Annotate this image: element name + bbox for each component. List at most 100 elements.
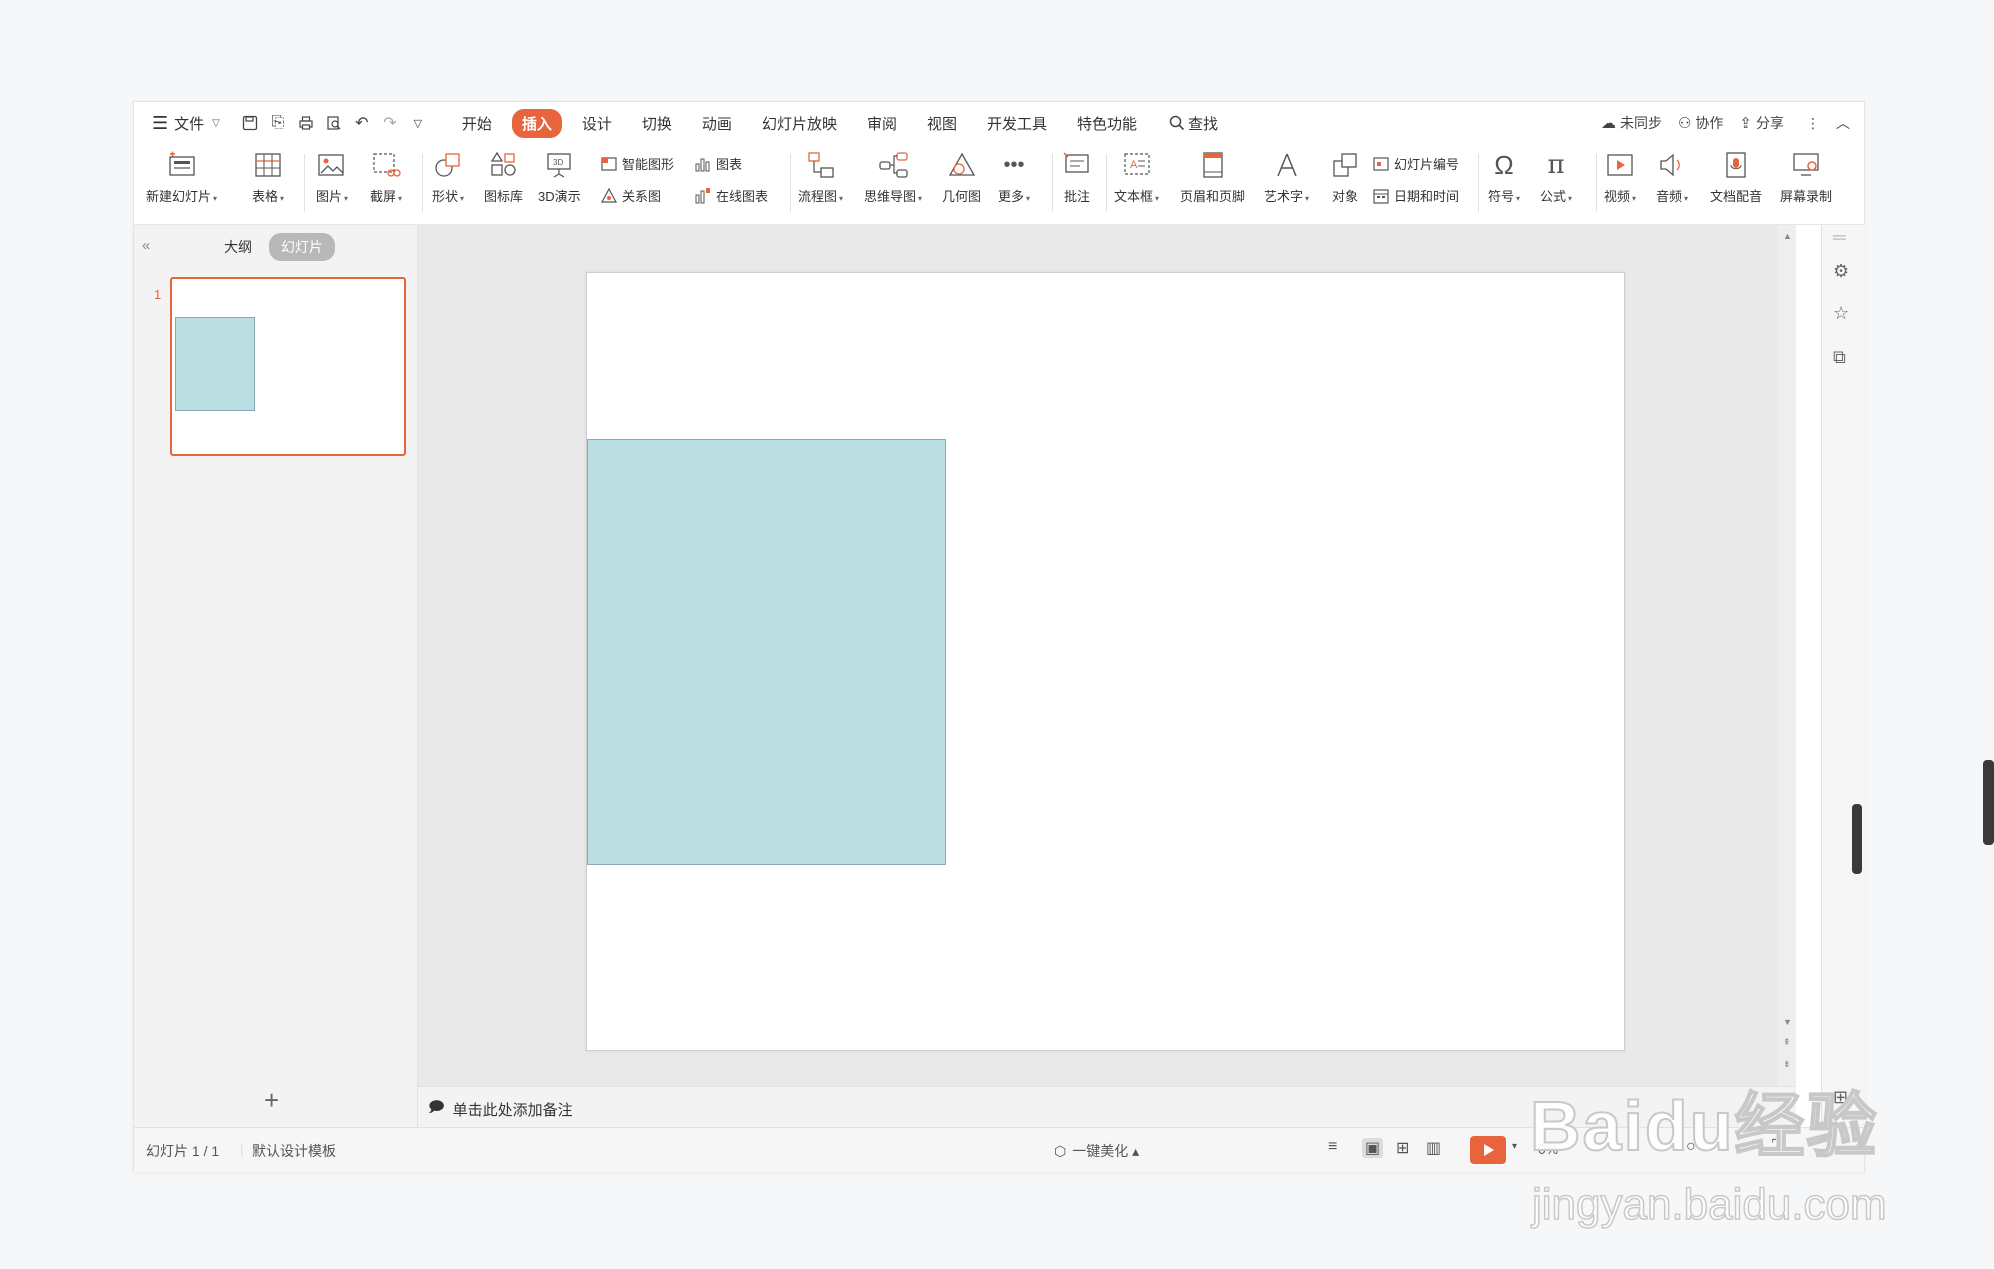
quick-access-toolbar: ⎘ ↶ ↷ ▽	[236, 109, 432, 137]
screenshot-button[interactable]: 截屏 ▾	[370, 150, 402, 205]
share-button[interactable]: ⇪ 分享	[1739, 113, 1784, 133]
icon-library-label: 图标库	[484, 189, 524, 204]
doc-dubbing-button[interactable]: 文档配音	[1710, 150, 1762, 205]
formula-button[interactable]: π 公式 ▾	[1540, 150, 1572, 205]
tab-features[interactable]: 特色功能	[1067, 109, 1147, 138]
more-button[interactable]: ••• 更多 ▾	[998, 150, 1030, 205]
header-footer-button[interactable]: 页眉和页脚	[1180, 150, 1245, 205]
slide-switch-icon[interactable]: ⧉	[1833, 347, 1846, 368]
sync-label: 未同步	[1619, 115, 1662, 131]
screen-record-button[interactable]: 屏幕录制	[1780, 150, 1832, 205]
add-slide-button[interactable]: +	[264, 1085, 279, 1116]
scroll-down-icon[interactable]: ▼	[1783, 1017, 1792, 1027]
flowchart-label: 流程图	[798, 189, 838, 204]
tab-view[interactable]: 视图	[917, 109, 967, 138]
video-button[interactable]: 视频 ▾	[1604, 150, 1636, 205]
file-menu-button[interactable]: ☰ 文件 ▽	[152, 113, 220, 134]
print-icon[interactable]	[292, 109, 320, 137]
collaborate-button[interactable]: ⚇ 协作	[1678, 113, 1723, 133]
play-options-icon[interactable]: ▾	[1512, 1141, 1517, 1152]
properties-icon[interactable]: ⚙	[1833, 261, 1849, 282]
screenshot-label: 截屏	[370, 189, 397, 204]
vertical-scrollbar[interactable]: ▲ ▼ ⇞ ⇟	[1778, 225, 1796, 1086]
template-name[interactable]: 默认设计模板	[252, 1141, 336, 1161]
redo-icon[interactable]: ↷	[376, 109, 404, 137]
new-slide-button[interactable]: 新建幻灯片 ▾	[146, 150, 217, 205]
save-icon[interactable]	[236, 109, 264, 137]
collapse-ribbon-icon[interactable]: ︿	[1836, 113, 1850, 133]
customize-toolbar-icon[interactable]: ▽	[404, 109, 432, 137]
search-button[interactable]: 查找	[1169, 113, 1218, 134]
textbox-button[interactable]: A 文本框 ▾	[1114, 150, 1159, 205]
smart-art-button[interactable]: 智能图形	[600, 154, 674, 173]
smart-art-label: 智能图形	[622, 157, 675, 172]
more-options-icon[interactable]: ⋮	[1806, 115, 1820, 132]
tab-insert[interactable]: 插入	[511, 108, 562, 138]
date-time-button[interactable]: 日期和时间	[1372, 186, 1459, 205]
normal-view-icon[interactable]: ▣	[1362, 1138, 1384, 1158]
geometry-button[interactable]: 几何图	[942, 150, 981, 205]
slide-thumbnail[interactable]	[170, 277, 406, 456]
play-slideshow-button[interactable]	[1470, 1136, 1506, 1164]
rectangle-shape[interactable]	[587, 439, 946, 865]
panel-edge-handle[interactable]	[1852, 804, 1862, 874]
tab-design[interactable]: 设计	[572, 109, 622, 138]
table-button[interactable]: 表格 ▾	[252, 150, 284, 205]
3d-demo-button[interactable]: 3D 3D演示	[538, 150, 581, 205]
object-label: 对象	[1331, 189, 1358, 204]
tab-developer[interactable]: 开发工具	[977, 109, 1057, 138]
share-icon: ⇪	[1739, 115, 1752, 132]
tab-animation[interactable]: 动画	[692, 109, 742, 138]
slide-canvas[interactable]	[586, 272, 1625, 1051]
picture-button[interactable]: 图片 ▾	[316, 150, 348, 205]
icon-library-button[interactable]: 图标库	[484, 150, 523, 205]
title-bar: ☰ 文件 ▽ ⎘ ↶ ↷ ▽ 开始 插入 设计 切换 动画 幻灯片放映 审阅 视…	[134, 102, 1864, 144]
flowchart-button[interactable]: 流程图 ▾	[798, 150, 843, 205]
chart-button[interactable]: 图表	[694, 154, 742, 173]
beautify-icon: ⬡	[1054, 1143, 1067, 1159]
slide-number-icon	[1372, 155, 1390, 173]
object-button[interactable]: 对象	[1330, 150, 1360, 205]
symbol-button[interactable]: Ω 符号 ▾	[1488, 150, 1520, 205]
video-label: 视频	[1604, 189, 1631, 204]
relation-button[interactable]: 关系图	[600, 186, 661, 205]
sync-button[interactable]: ☁ 未同步	[1601, 113, 1662, 133]
tab-outline[interactable]: 大纲	[224, 237, 252, 257]
tab-transitions[interactable]: 切换	[632, 109, 682, 138]
previous-slide-icon[interactable]: ⇞	[1783, 1037, 1791, 1048]
ribbon-tabs: 开始 插入 设计 切换 动画 幻灯片放映 审阅 视图 开发工具 特色功能	[452, 108, 1157, 138]
slide-number-label: 幻灯片编号	[1394, 157, 1460, 172]
comment-button[interactable]: 批注	[1062, 150, 1092, 205]
object-icon	[1330, 150, 1360, 180]
slide-thumbnail-panel: « 大纲 幻灯片 1 +	[134, 225, 418, 1127]
slide-number-button[interactable]: 幻灯片编号	[1372, 154, 1459, 173]
collapse-panel-icon[interactable]: «	[142, 237, 150, 254]
slide-sorter-icon[interactable]: ⊞	[1396, 1138, 1409, 1158]
shape-icon	[433, 150, 463, 180]
beautify-button[interactable]: ⬡ 一键美化 ▴	[1054, 1141, 1139, 1161]
format-painter-icon[interactable]: ⎘	[264, 109, 292, 137]
online-chart-button[interactable]: 在线图表	[694, 186, 768, 205]
tab-review[interactable]: 审阅	[857, 109, 907, 138]
slide-counter: 幻灯片 1 / 1	[146, 1143, 220, 1159]
textbox-icon: A	[1122, 150, 1152, 180]
insert-ribbon: 新建幻灯片 ▾ 表格 ▾ 图片 ▾ 截屏 ▾ 形状 ▾ 图标库 3D 3D演示 智能图形	[134, 144, 1864, 225]
table-icon	[254, 150, 282, 180]
notes-toggle-icon[interactable]: ≡	[1328, 1138, 1337, 1156]
shape-button[interactable]: 形状 ▾	[432, 150, 464, 205]
cloud-icon: ☁	[1600, 115, 1616, 132]
word-art-button[interactable]: 艺术字 ▾	[1264, 150, 1309, 205]
scroll-up-icon[interactable]: ▲	[1783, 231, 1792, 241]
tab-slideshow[interactable]: 幻灯片放映	[752, 109, 847, 138]
reading-view-icon[interactable]: ▥	[1426, 1138, 1441, 1158]
symbol-label: 符号	[1488, 189, 1515, 204]
audio-label: 音频	[1656, 189, 1683, 204]
mindmap-button[interactable]: 思维导图 ▾	[864, 150, 922, 205]
audio-button[interactable]: 音频 ▾	[1656, 150, 1688, 205]
undo-icon[interactable]: ↶	[348, 109, 376, 137]
tab-start[interactable]: 开始	[452, 109, 502, 138]
next-slide-icon[interactable]: ⇟	[1783, 1059, 1791, 1070]
tab-slides[interactable]: 幻灯片	[269, 233, 335, 261]
print-preview-icon[interactable]	[320, 109, 348, 137]
animation-star-icon[interactable]: ☆	[1833, 303, 1849, 324]
